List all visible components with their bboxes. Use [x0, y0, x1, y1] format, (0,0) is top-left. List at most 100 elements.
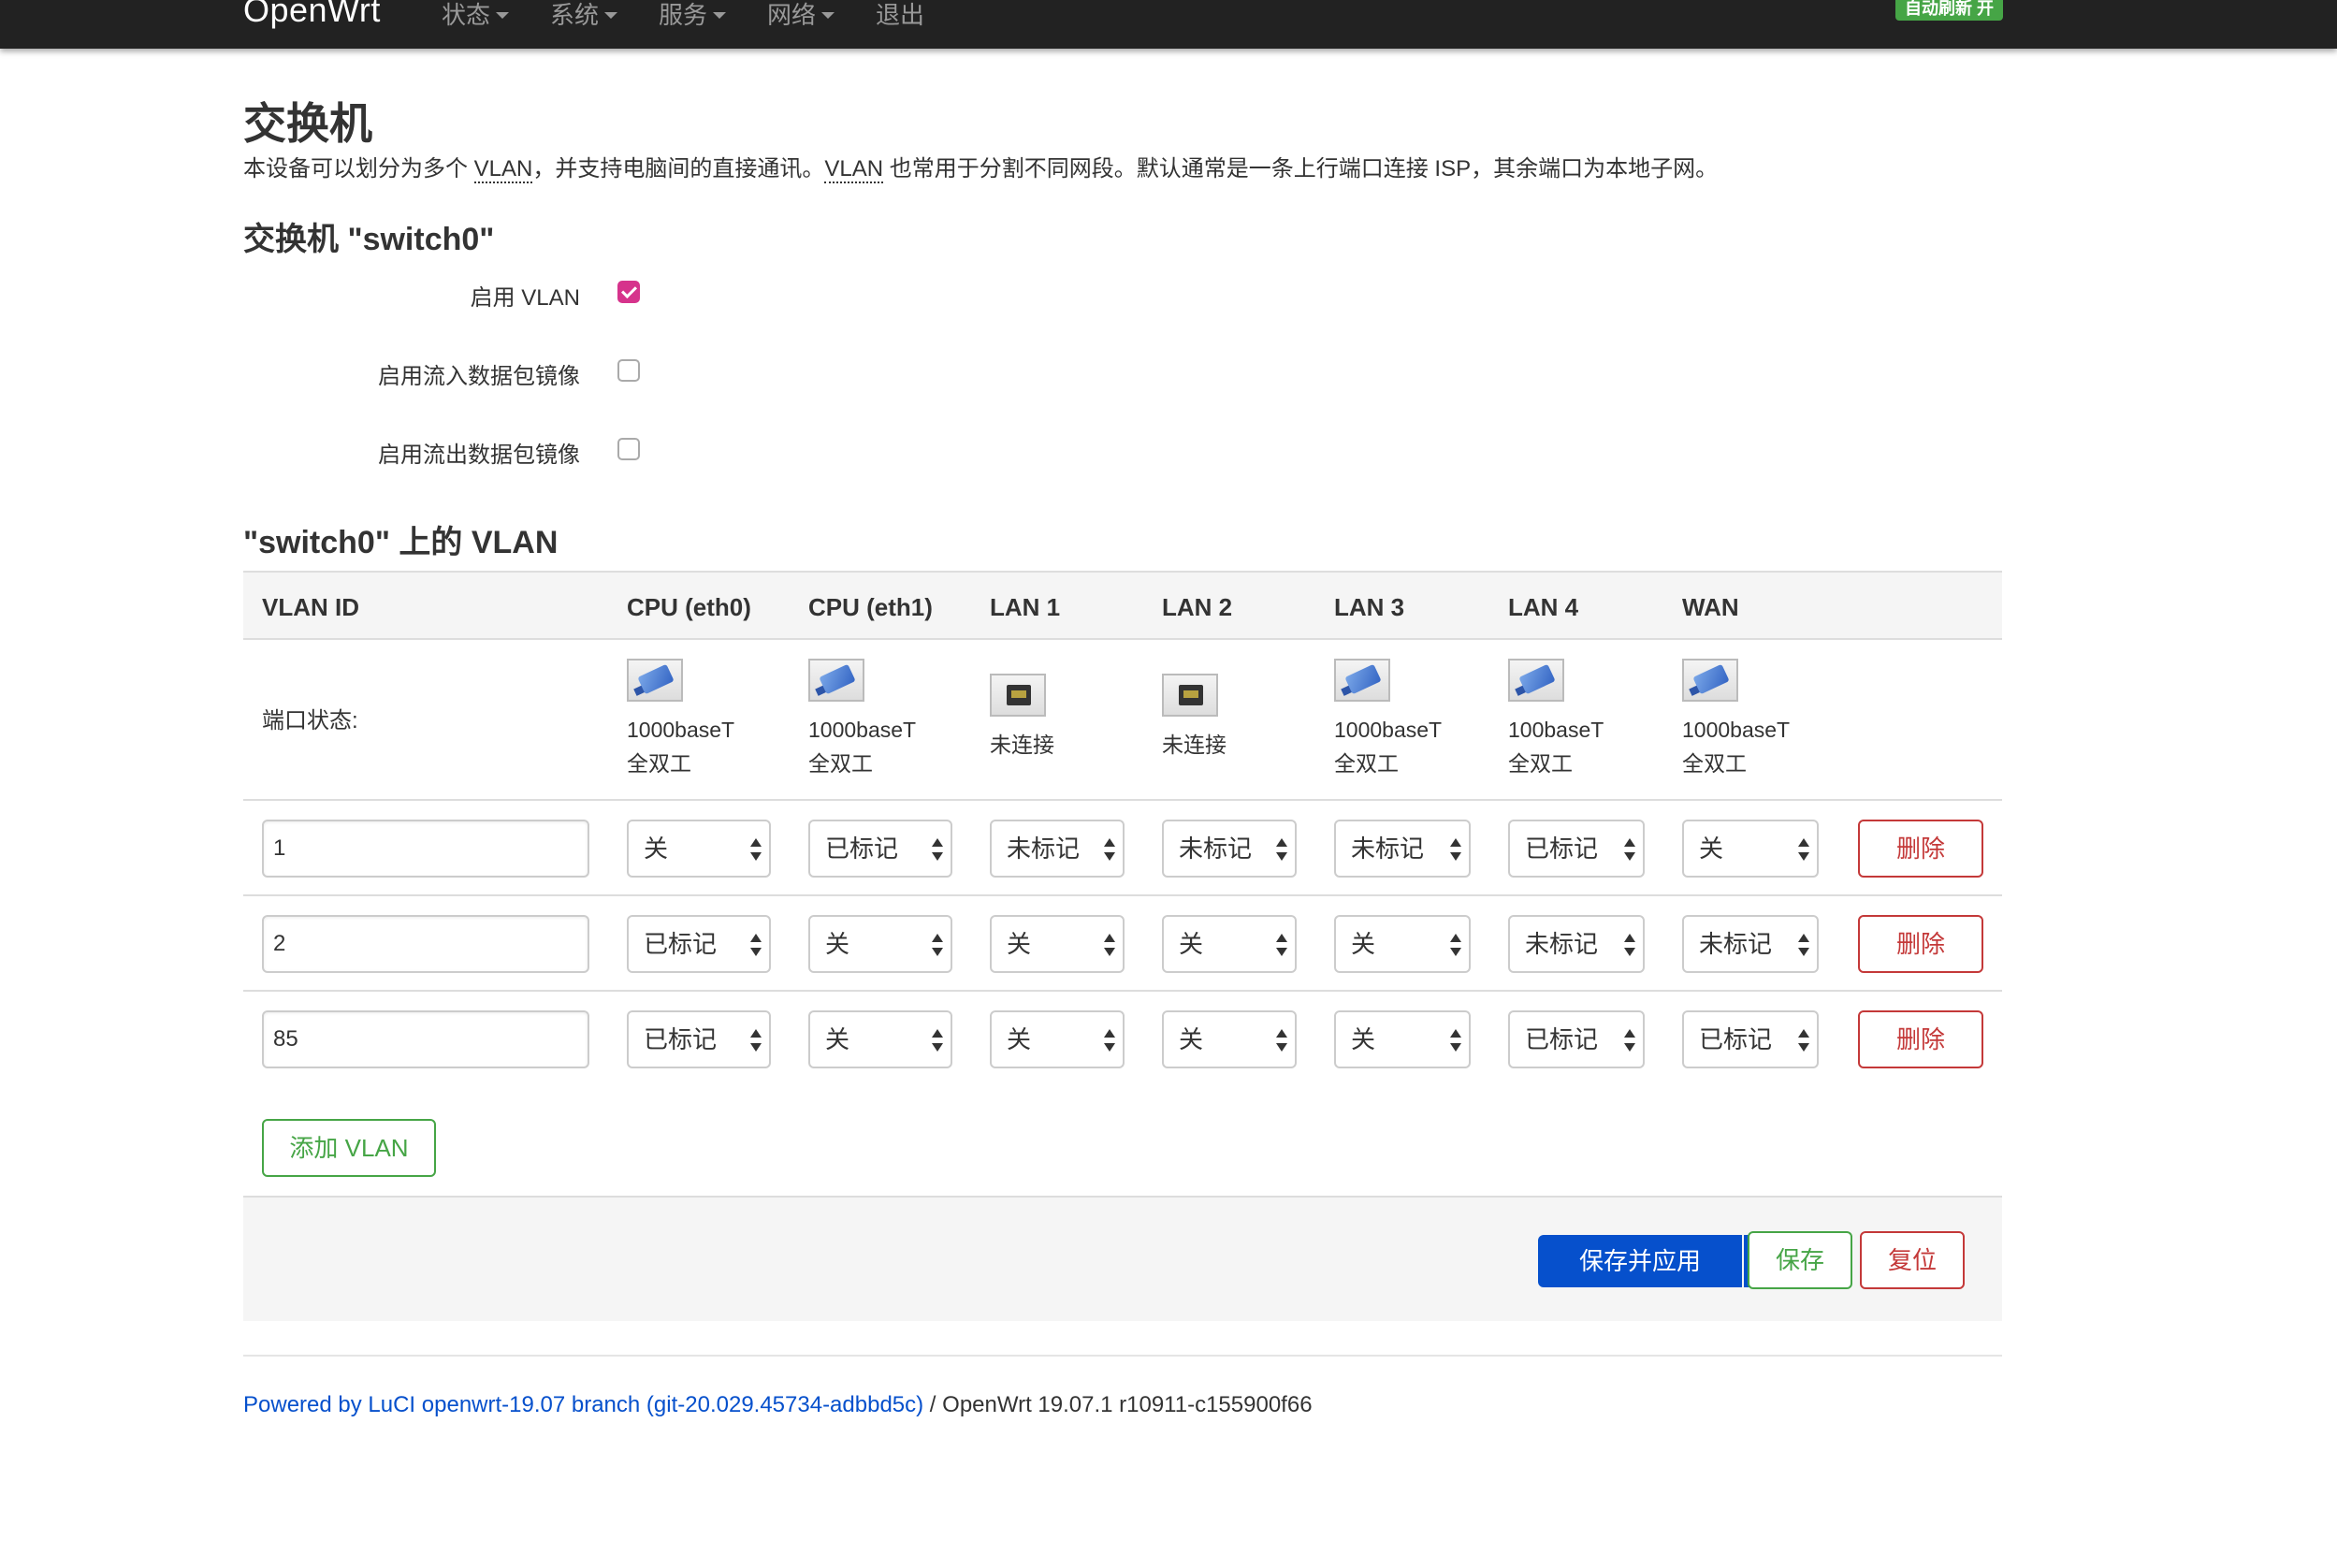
- desc-text: 本设备可以划分为多个: [243, 156, 474, 181]
- port-membership-select[interactable]: 关: [1682, 820, 1819, 878]
- auto-refresh-badge[interactable]: 自动刷新 开: [1895, 0, 2004, 21]
- save-apply-button[interactable]: 保存并应用: [1538, 1235, 1742, 1287]
- page-description: 本设备可以划分为多个 VLAN，并支持电脑间的直接通讯。VLAN 也常用于分割不…: [243, 150, 1718, 183]
- select-arrows-icon: [750, 838, 762, 861]
- ethernet-connected-icon: [1682, 659, 1738, 702]
- port-membership-select[interactable]: 关: [1334, 1010, 1471, 1068]
- port-membership-select[interactable]: 已标记: [627, 1010, 771, 1068]
- select-value: 关: [1699, 835, 1724, 863]
- port-membership-select[interactable]: 已标记: [627, 915, 771, 973]
- ethernet-disconnected-icon: [990, 674, 1046, 717]
- port-membership-select[interactable]: 关: [1162, 915, 1297, 973]
- delete-vlan-button[interactable]: 删除: [1858, 820, 1983, 878]
- enable-vlan-label: 启用 VLAN: [470, 285, 580, 311]
- egress-mirror-checkbox[interactable]: [617, 438, 640, 460]
- header-vlan-id: VLAN ID: [262, 593, 359, 621]
- select-value: 关: [1007, 930, 1032, 958]
- port-speed: 1000baseT: [627, 718, 735, 742]
- port-membership-select[interactable]: 未标记: [1162, 820, 1297, 878]
- port-membership-select[interactable]: 关: [808, 915, 952, 973]
- nav-logout[interactable]: 退出: [876, 0, 924, 31]
- select-value: 关: [1179, 1025, 1204, 1053]
- port-status-cell: 未连接: [990, 659, 1054, 762]
- port-speed: 1000baseT: [1682, 718, 1791, 742]
- select-value: 未标记: [1179, 835, 1253, 863]
- select-value: 未标记: [1351, 835, 1425, 863]
- ingress-mirror-checkbox[interactable]: [617, 359, 640, 382]
- port-membership-select[interactable]: 未标记: [1682, 915, 1819, 973]
- nav-network-label: 网络: [767, 1, 817, 29]
- port-membership-select[interactable]: 已标记: [808, 820, 952, 878]
- port-status-label: 端口状态:: [262, 708, 358, 733]
- port-status-cell: 未连接: [1162, 659, 1227, 762]
- port-duplex: 全双工: [1508, 751, 1573, 776]
- select-value: 已标记: [1525, 835, 1599, 863]
- select-value: 已标记: [1699, 1025, 1773, 1053]
- port-speed: 1000baseT: [808, 718, 917, 742]
- header-wan: WAN: [1682, 593, 1739, 621]
- footer-powered-by: Powered by LuCI openwrt-19.07 branch (gi…: [243, 1392, 1313, 1418]
- caret-down-icon: [496, 12, 510, 19]
- port-status-cell: 1000baseT 全双工: [627, 659, 734, 780]
- port-membership-select[interactable]: 关: [808, 1010, 952, 1068]
- port-membership-select[interactable]: 未标记: [1508, 915, 1645, 973]
- openwrt-version: / OpenWrt 19.07.1 r10911-c155900f66: [923, 1392, 1313, 1417]
- port-membership-select[interactable]: 关: [990, 1010, 1125, 1068]
- select-arrows-icon: [1104, 1029, 1115, 1052]
- port-status-cell: 1000baseT 全双工: [1334, 659, 1442, 780]
- save-button[interactable]: 保存: [1748, 1231, 1852, 1289]
- port-membership-select[interactable]: 关: [990, 915, 1125, 973]
- desc-text: ，并支持电脑间的直接通讯。: [532, 156, 825, 181]
- select-arrows-icon: [932, 838, 943, 861]
- caret-down-icon: [604, 12, 618, 19]
- nav-services[interactable]: 服务: [659, 0, 727, 31]
- port-membership-select[interactable]: 关: [1162, 1010, 1297, 1068]
- vlan-id-input[interactable]: 1: [262, 820, 589, 878]
- reset-button[interactable]: 复位: [1860, 1231, 1965, 1289]
- add-vlan-button[interactable]: 添加 VLAN: [262, 1119, 436, 1177]
- nav-status-label: 状态: [442, 1, 491, 29]
- delete-vlan-button[interactable]: 删除: [1858, 915, 1983, 973]
- caret-down-icon: [821, 12, 835, 19]
- port-membership-select[interactable]: 已标记: [1508, 1010, 1645, 1068]
- port-status-row: 端口状态: 1000baseT 全双工 1000baseT 全双工 未连接 未连接 1000…: [243, 640, 2002, 801]
- port-status-cell: 100baseT 全双工: [1508, 659, 1604, 780]
- port-duplex: 全双工: [627, 751, 691, 776]
- port-membership-select[interactable]: 关: [627, 820, 771, 878]
- vlan-id-input[interactable]: 2: [262, 915, 589, 973]
- select-arrows-icon: [1276, 838, 1287, 861]
- brand-logo[interactable]: OpenWrt: [243, 0, 381, 30]
- port-speed: 1000baseT: [1334, 718, 1443, 742]
- egress-mirror-label: 启用流出数据包镜像: [378, 443, 580, 468]
- vlan-id-input[interactable]: 85: [262, 1010, 589, 1068]
- select-arrows-icon: [1798, 1029, 1809, 1052]
- switch-section-title: 交换机 "switch0": [243, 222, 495, 257]
- select-value: 关: [1351, 1025, 1376, 1053]
- vlan-abbr: VLAN: [473, 156, 533, 183]
- ethernet-disconnected-icon: [1162, 674, 1218, 717]
- enable-vlan-checkbox[interactable]: [617, 281, 640, 303]
- port-membership-select[interactable]: 关: [1334, 915, 1471, 973]
- select-arrows-icon: [1276, 934, 1287, 956]
- nav-system[interactable]: 系统: [550, 0, 618, 31]
- select-arrows-icon: [1104, 934, 1115, 956]
- luci-link[interactable]: Powered by LuCI openwrt-19.07 branch (gi…: [243, 1392, 923, 1417]
- port-membership-select[interactable]: 未标记: [990, 820, 1125, 878]
- delete-vlan-button[interactable]: 删除: [1858, 1010, 1983, 1068]
- select-arrows-icon: [1450, 934, 1461, 956]
- select-value: 未标记: [1525, 930, 1599, 958]
- nav-status[interactable]: 状态: [442, 0, 510, 31]
- top-navbar: OpenWrt 状态 系统 服务 网络 退出 自动刷新 开: [0, 0, 2337, 49]
- port-membership-select[interactable]: 未标记: [1334, 820, 1471, 878]
- select-value: 已标记: [644, 930, 718, 958]
- footer-divider: [243, 1355, 2002, 1357]
- select-arrows-icon: [1624, 1029, 1635, 1052]
- port-duplex: 全双工: [1682, 751, 1747, 776]
- select-value: 已标记: [825, 835, 899, 863]
- port-status-cell: 1000baseT 全双工: [1682, 659, 1790, 780]
- port-membership-select[interactable]: 已标记: [1682, 1010, 1819, 1068]
- nav-network[interactable]: 网络: [767, 0, 835, 31]
- port-duplex: 全双工: [1334, 751, 1399, 776]
- port-membership-select[interactable]: 已标记: [1508, 820, 1645, 878]
- action-bar: 保存并应用 保存 复位: [243, 1196, 2002, 1321]
